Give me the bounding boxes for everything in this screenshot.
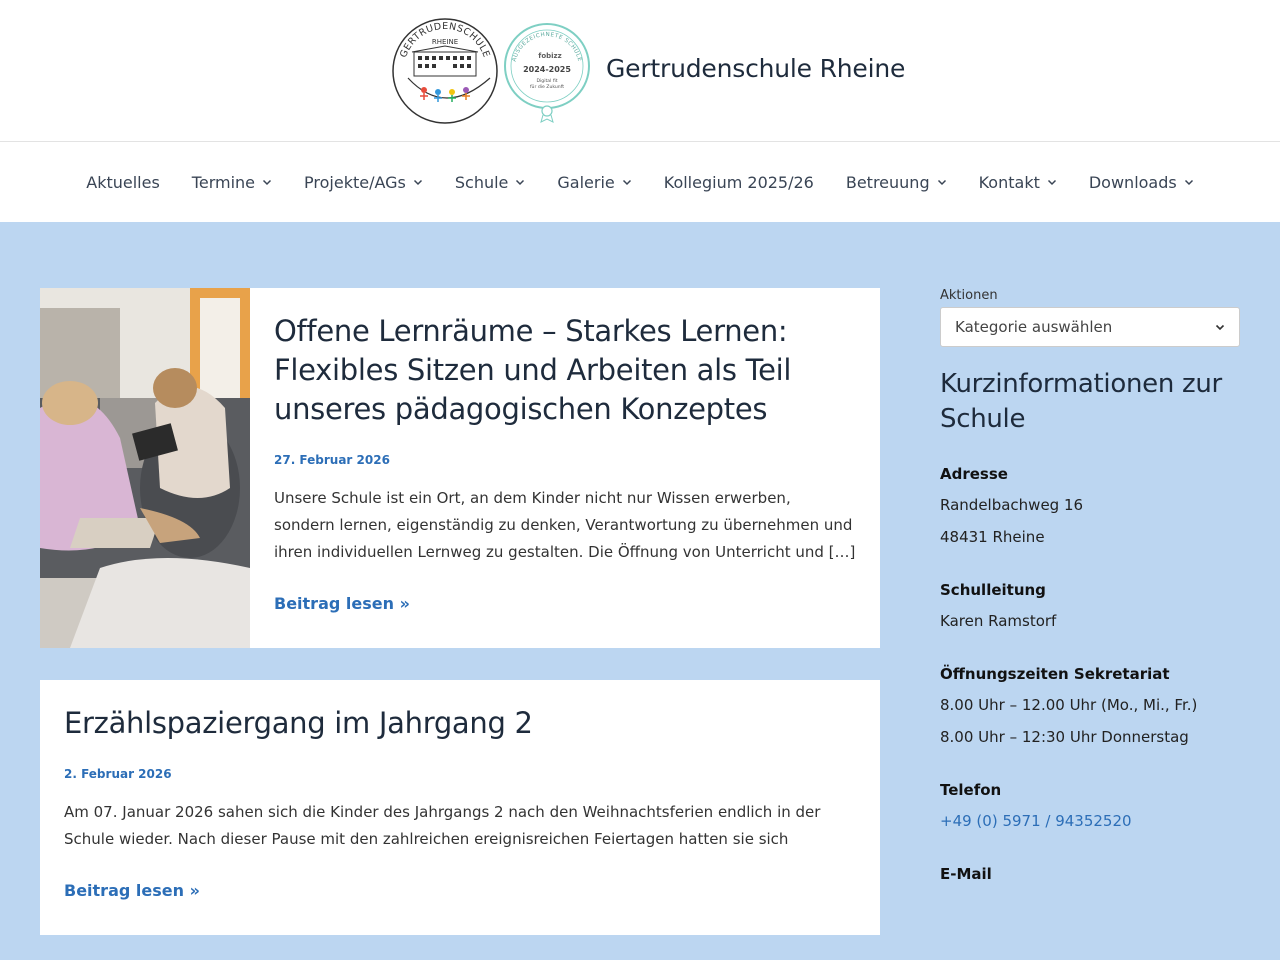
hours-line: 8.00 Uhr – 12.00 Uhr (Mo., Mi., Fr.) <box>940 696 1198 714</box>
address-street: Randelbachweg 16 <box>940 496 1084 514</box>
address-city: 48431 Rheine <box>940 528 1045 546</box>
fobizz-badge-icon[interactable]: AUSGEZEICHNETE SCHULE fobizz 2024-2025 D… <box>502 18 592 124</box>
nav-item-downloads[interactable]: Downloads <box>1073 142 1210 222</box>
school-logo-icon[interactable]: GERTRUDENSCHULE RHEINE <box>390 18 500 124</box>
nav-label: Kontakt <box>978 172 1040 192</box>
nav-label: Termine <box>191 172 256 192</box>
nav-item-aktuelles[interactable]: Aktuelles <box>70 142 176 222</box>
nav-label: Betreuung <box>845 172 930 192</box>
main-navigation: Aktuelles Termine Projekte/AGs Schule Ga… <box>0 142 1280 222</box>
main-content: Offene Lernräume – Starkes Lernen: Flexi… <box>0 222 1280 960</box>
svg-text:2024-2025: 2024-2025 <box>523 65 571 74</box>
svg-text:Digital fit: Digital fit <box>536 78 557 84</box>
post-excerpt: Unsere Schule ist ein Ort, an dem Kinder… <box>274 489 856 561</box>
hours-line: 8.00 Uhr – 12:30 Uhr Donnerstag <box>940 728 1189 746</box>
post-body: Offene Lernräume – Starkes Lernen: Flexi… <box>250 288 880 648</box>
phone-link[interactable]: +49 (0) 5971 / 94352520 <box>940 805 1240 837</box>
nav-label: Aktuelles <box>86 172 160 192</box>
address-title: Adresse <box>940 465 1008 483</box>
chevron-down-icon <box>937 179 946 186</box>
post-excerpt: Am 07. Januar 2026 sahen sich die Kinder… <box>64 803 821 848</box>
chevron-down-icon <box>516 179 525 186</box>
post-date[interactable]: 27. Februar 2026 <box>274 453 856 467</box>
post-card: Erzählspaziergang im Jahrgang 2 2. Febru… <box>40 680 880 935</box>
nav-item-betreuung[interactable]: Betreuung <box>830 142 963 222</box>
email-section: E-Mail <box>940 865 1240 883</box>
head-name: Karen Ramstorf <box>940 612 1057 630</box>
chevron-down-icon <box>622 179 631 186</box>
post-title[interactable]: Offene Lernräume – Starkes Lernen: Flexi… <box>274 312 856 429</box>
hours-title: Öffnungszeiten Sekretariat <box>940 665 1170 683</box>
email-title: E-Mail <box>940 865 992 883</box>
read-more-link[interactable]: Beitrag lesen » <box>64 881 200 900</box>
site-header: GERTRUDENSCHULE RHEINE AUSGEZEICHNETE SC… <box>0 0 1280 142</box>
nav-label: Projekte/AGs <box>304 172 406 192</box>
svg-text:fobizz: fobizz <box>538 52 561 60</box>
site-logo[interactable]: GERTRUDENSCHULE RHEINE AUSGEZEICHNETE SC… <box>390 18 592 124</box>
children-learning-photo[interactable] <box>40 288 250 648</box>
nav-label: Galerie <box>557 172 615 192</box>
chevron-down-icon <box>1184 179 1193 186</box>
read-more-link[interactable]: Beitrag lesen » <box>274 594 410 613</box>
nav-item-kollegium[interactable]: Kollegium 2025/26 <box>648 142 830 222</box>
category-select-value: Kategorie auswählen <box>955 318 1113 336</box>
phone-section: Telefon +49 (0) 5971 / 94352520 <box>940 781 1240 837</box>
site-title[interactable]: Gertrudenschule Rheine <box>606 54 905 83</box>
post-card: Offene Lernräume – Starkes Lernen: Flexi… <box>40 288 880 648</box>
nav-item-schule[interactable]: Schule <box>439 142 542 222</box>
chevron-down-icon <box>262 179 272 186</box>
svg-text:für die Zukunft: für die Zukunft <box>530 84 564 90</box>
nav-label: Schule <box>454 172 509 192</box>
hours-section: Öffnungszeiten Sekretariat 8.00 Uhr – 12… <box>940 665 1240 753</box>
nav-item-termine[interactable]: Termine <box>176 142 288 222</box>
chevron-down-icon <box>1047 179 1056 186</box>
category-select[interactable]: Kategorie auswählen <box>940 307 1240 347</box>
post-date[interactable]: 2. Februar 2026 <box>64 767 856 781</box>
address-section: Adresse Randelbachweg 16 48431 Rheine <box>940 465 1240 553</box>
head-section: Schulleitung Karen Ramstorf <box>940 581 1240 637</box>
nav-label: Kollegium 2025/26 <box>663 172 814 192</box>
nav-item-galerie[interactable]: Galerie <box>541 142 647 222</box>
nav-item-projekte[interactable]: Projekte/AGs <box>288 142 439 222</box>
svg-text:RHEINE: RHEINE <box>432 38 458 46</box>
chevron-down-icon <box>413 179 422 186</box>
chevron-down-icon <box>1215 324 1225 331</box>
nav-item-kontakt[interactable]: Kontakt <box>963 142 1073 222</box>
sidebar-heading: Kurzinformationen zur Schule <box>940 369 1222 434</box>
nav-label: Downloads <box>1088 172 1177 192</box>
head-title: Schulleitung <box>940 581 1046 599</box>
sidebar: Aktionen Kategorie auswählen Kurzinforma… <box>940 288 1240 883</box>
post-title[interactable]: Erzählspaziergang im Jahrgang 2 <box>64 704 856 743</box>
phone-title: Telefon <box>940 781 1002 799</box>
post-thumbnail[interactable] <box>40 288 250 648</box>
category-label: Aktionen <box>940 288 998 303</box>
